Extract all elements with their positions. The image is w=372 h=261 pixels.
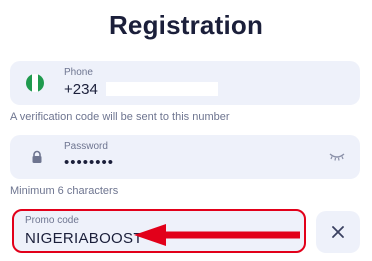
phone-hint: A verification code will be sent to this…	[10, 111, 230, 123]
phone-number-redacted	[106, 82, 218, 96]
phone-field[interactable]: Phone +234	[10, 61, 360, 105]
red-arrow-annotation	[134, 224, 300, 246]
clear-promo-button[interactable]	[316, 211, 360, 253]
promo-code-label: Promo code	[25, 215, 79, 226]
eye-closed-icon[interactable]	[328, 150, 346, 162]
phone-label: Phone	[64, 67, 93, 78]
password-value: ••••••••	[64, 154, 115, 171]
password-field[interactable]: Password ••••••••	[10, 135, 360, 179]
phone-country-code: +234	[64, 81, 98, 98]
promo-code-value[interactable]: NIGERIABOOST	[25, 230, 143, 247]
close-icon	[332, 226, 344, 238]
password-hint: Minimum 6 characters	[10, 185, 119, 197]
password-label: Password	[64, 141, 108, 152]
page-title: Registration	[108, 10, 264, 40]
nigeria-flag-icon[interactable]	[26, 74, 44, 92]
lock-icon	[32, 150, 42, 163]
